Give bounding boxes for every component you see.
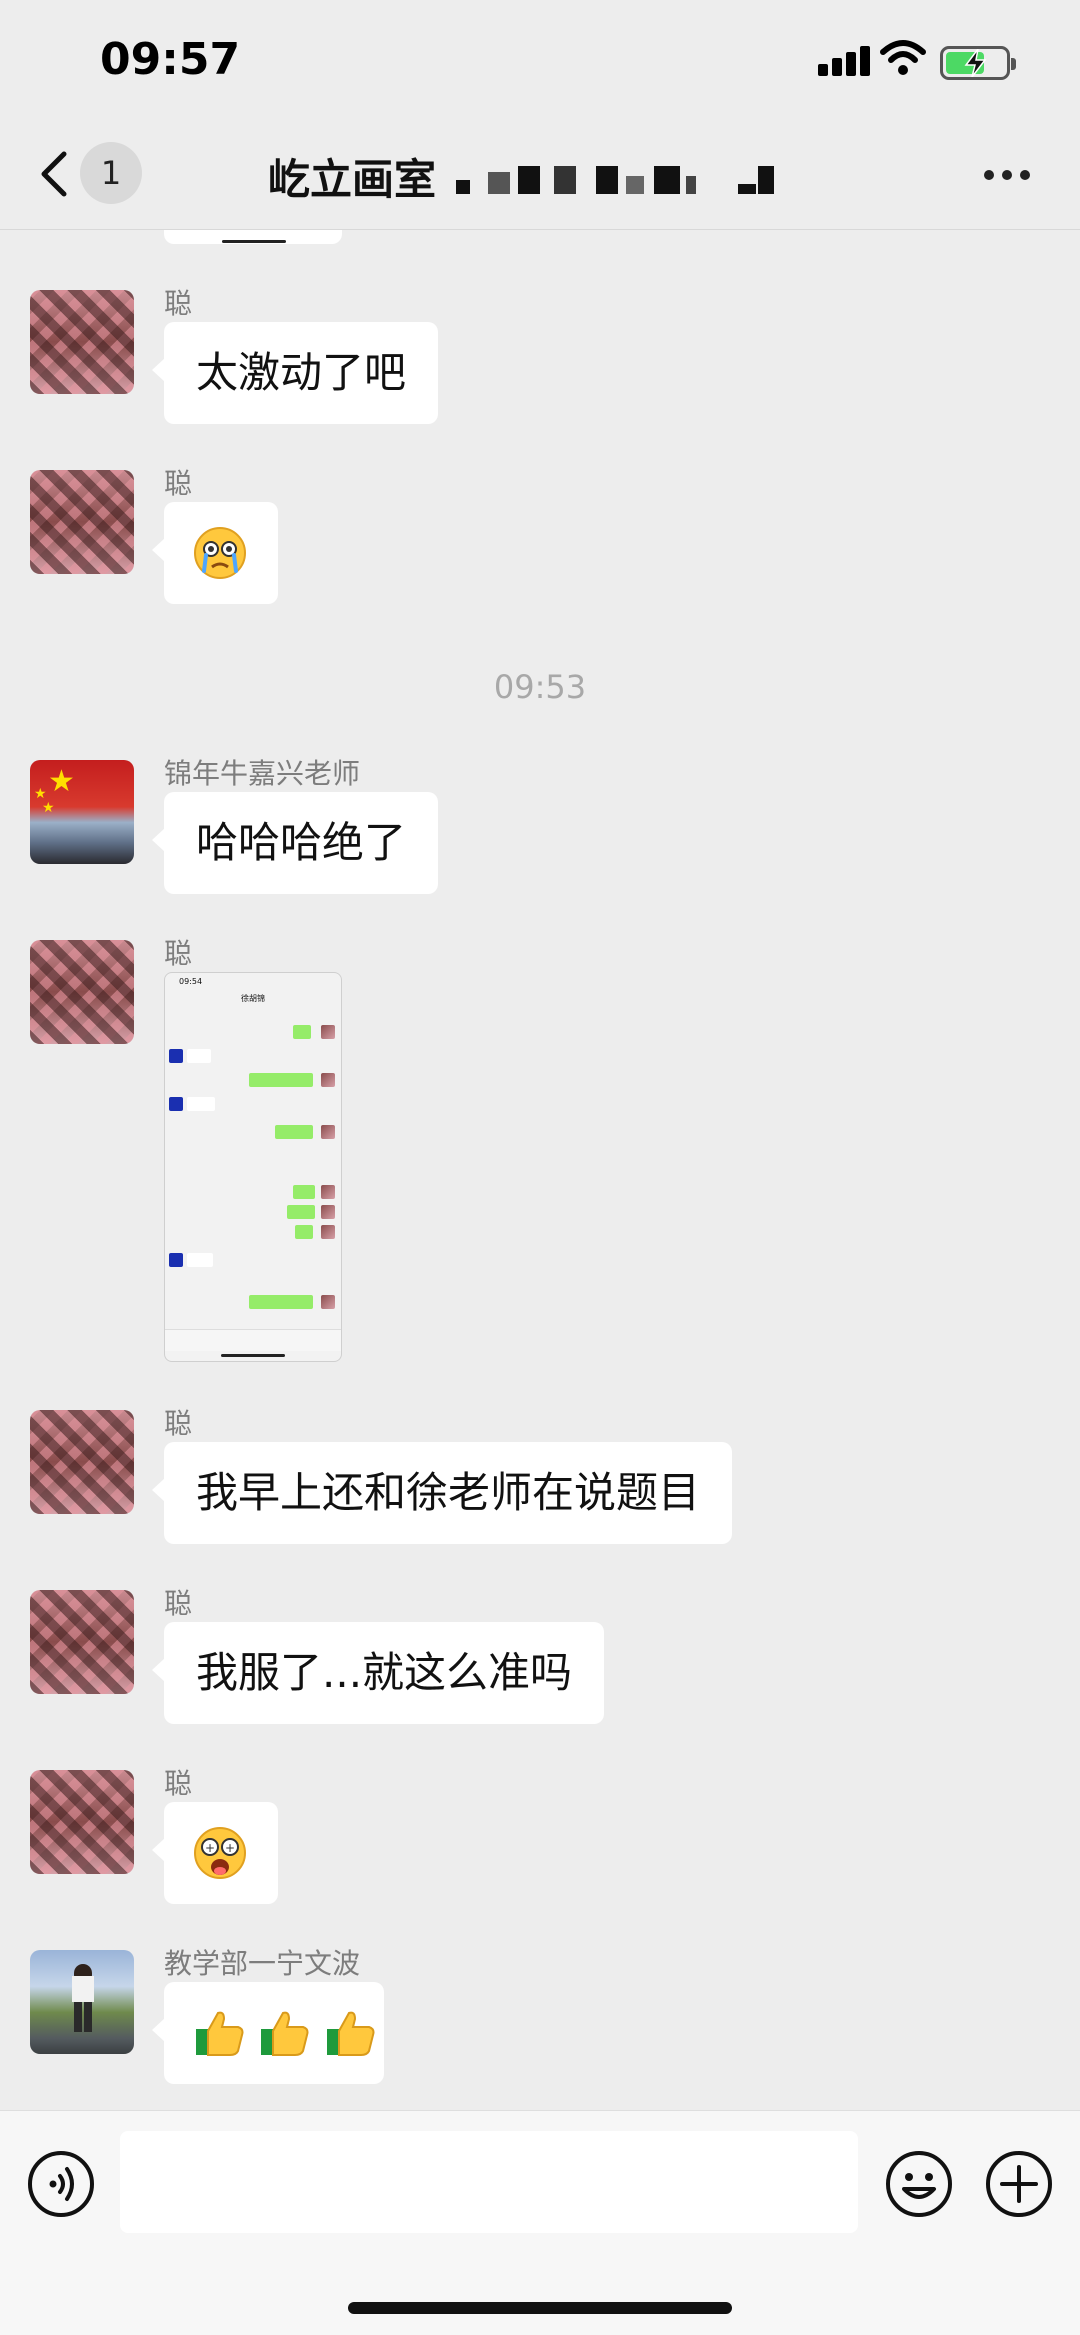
message-bubble[interactable] xyxy=(152,1982,384,2084)
thumbs-up-icon xyxy=(326,2011,375,2056)
screenshot-chat-title: 徐胡锦 xyxy=(241,994,265,1003)
sender-name: 聪 xyxy=(164,1587,193,1620)
avatar[interactable] xyxy=(30,940,134,1044)
home-indicator xyxy=(348,2302,732,2314)
message-bubble[interactable]: 太激动了吧 xyxy=(151,322,439,424)
avatar[interactable] xyxy=(30,1590,134,1694)
title-redaction-mosaic xyxy=(420,158,800,206)
timestamp-divider: 09:53 xyxy=(493,668,587,706)
svg-text:+: + xyxy=(225,1841,235,1855)
unread-count-badge[interactable]: 1 xyxy=(80,142,142,204)
chat-screen: 09:57 1 屹立画室 聪 太激动了吧 聪 09:53 ★ ★ ★ 锦年牛嘉兴… xyxy=(0,0,1080,2335)
image-message[interactable]: 09:54 徐胡锦 xyxy=(164,972,342,1362)
shocked-face-icon: + + xyxy=(194,1826,246,1879)
status-bar: 09:57 xyxy=(0,0,1080,120)
sender-name: 锦年牛嘉兴老师 xyxy=(164,757,361,790)
battery-icon xyxy=(940,46,1016,80)
message-bubble[interactable] xyxy=(152,502,278,604)
avatar[interactable] xyxy=(30,1410,134,1514)
sender-name: 教学部一宁文波 xyxy=(164,1947,361,1980)
avatar[interactable]: ★ ★ ★ xyxy=(30,760,134,864)
sender-name: 聪 xyxy=(164,467,193,500)
cellular-signal-icon xyxy=(818,44,872,76)
sender-name: 聪 xyxy=(164,937,193,970)
sender-name: 聪 xyxy=(164,287,193,320)
message-bubble[interactable]: 我服了...就这么准吗 xyxy=(151,1622,605,1724)
avatar[interactable] xyxy=(30,470,134,574)
more-options-icon[interactable] xyxy=(980,164,1036,184)
chat-title: 屹立画室 xyxy=(268,155,437,204)
svg-text:+: + xyxy=(205,1841,215,1855)
emoji-icon[interactable] xyxy=(884,2149,954,2219)
message-bubble[interactable]: + + xyxy=(152,1802,278,1904)
screenshot-status-time: 09:54 xyxy=(179,977,203,986)
message-bubble[interactable]: 我早上还和徐老师在说题目 xyxy=(151,1442,733,1544)
thumbs-up-icon xyxy=(261,2011,309,2056)
avatar[interactable] xyxy=(30,1950,134,2054)
avatar[interactable] xyxy=(30,1770,134,1874)
crying-face-icon xyxy=(194,526,246,579)
sender-name: 聪 xyxy=(164,1407,193,1440)
wifi-icon xyxy=(880,40,926,75)
back-arrow-icon[interactable] xyxy=(30,142,80,206)
thumbs-up-icon xyxy=(196,2011,244,2056)
charging-bolt-icon xyxy=(964,49,987,77)
message-input[interactable] xyxy=(120,2131,858,2233)
status-time: 09:57 xyxy=(100,34,241,85)
previous-message-fragment xyxy=(164,230,342,244)
voice-input-icon[interactable] xyxy=(26,2149,96,2219)
avatar[interactable] xyxy=(30,290,134,394)
plus-icon[interactable] xyxy=(984,2149,1054,2219)
sender-name: 聪 xyxy=(164,1767,193,1800)
message-bubble[interactable]: 哈哈哈绝了 xyxy=(151,792,439,894)
nav-bar: 1 屹立画室 xyxy=(0,120,1080,230)
